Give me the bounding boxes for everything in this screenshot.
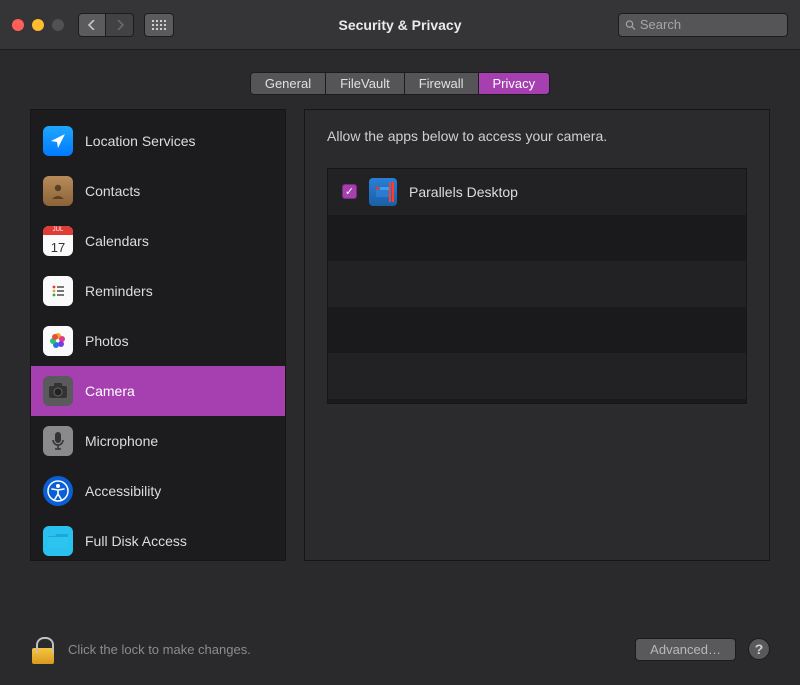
contacts-icon (43, 176, 73, 206)
back-button[interactable] (78, 13, 106, 37)
folder-icon (43, 526, 73, 556)
sidebar-item-full-disk-access[interactable]: Full Disk Access (31, 516, 285, 566)
tabs: General FileVault Firewall Privacy (250, 72, 550, 95)
app-name: Parallels Desktop (409, 184, 518, 200)
search-icon (625, 19, 636, 31)
help-button[interactable]: ? (748, 638, 770, 660)
sidebar-item-label: Calendars (85, 233, 149, 249)
sidebar-item-label: Location Services (85, 133, 196, 149)
accessibility-icon (43, 476, 73, 506)
sidebar: Location Services Contacts JUL 17 Calend… (30, 109, 286, 561)
sidebar-item-label: Accessibility (85, 483, 161, 499)
sidebar-item-contacts[interactable]: Contacts (31, 166, 285, 216)
search-input[interactable] (640, 17, 781, 32)
sidebar-item-photos[interactable]: Photos (31, 316, 285, 366)
sidebar-item-reminders[interactable]: Reminders (31, 266, 285, 316)
tab-filevault[interactable]: FileVault (326, 73, 405, 94)
tab-privacy[interactable]: Privacy (479, 73, 550, 94)
app-row-empty (328, 215, 746, 261)
tab-firewall[interactable]: Firewall (405, 73, 479, 94)
tab-general[interactable]: General (251, 73, 326, 94)
lock-text: Click the lock to make changes. (68, 642, 251, 657)
microphone-icon (43, 426, 73, 456)
calendar-icon: JUL 17 (43, 226, 73, 256)
parallels-icon (369, 178, 397, 206)
show-all-button[interactable] (144, 13, 174, 37)
search-field[interactable] (618, 13, 788, 37)
grid-icon (152, 20, 166, 30)
sidebar-item-label: Camera (85, 383, 135, 399)
reminders-icon (43, 276, 73, 306)
sidebar-item-calendars[interactable]: JUL 17 Calendars (31, 216, 285, 266)
sidebar-item-location-services[interactable]: Location Services (31, 116, 285, 166)
app-row-empty (328, 261, 746, 307)
window-controls (12, 19, 64, 31)
detail-panel: Allow the apps below to access your came… (304, 109, 770, 561)
minimize-window-button[interactable] (32, 19, 44, 31)
location-icon (43, 126, 73, 156)
content: Location Services Contacts JUL 17 Calend… (0, 109, 800, 561)
sidebar-item-microphone[interactable]: Microphone (31, 416, 285, 466)
app-row[interactable]: ✓ Parallels Desktop (328, 169, 746, 215)
nav-buttons (78, 13, 134, 37)
advanced-button[interactable]: Advanced… (635, 638, 736, 661)
app-row-empty (328, 307, 746, 353)
tabs-row: General FileVault Firewall Privacy (0, 50, 800, 109)
photos-icon (43, 326, 73, 356)
camera-icon (43, 376, 73, 406)
titlebar: Security & Privacy (0, 0, 800, 50)
footer: Click the lock to make changes. Advanced… (0, 613, 800, 685)
lock-icon[interactable] (30, 634, 56, 664)
sidebar-item-label: Reminders (85, 283, 153, 299)
panel-description: Allow the apps below to access your came… (327, 128, 747, 144)
sidebar-item-label: Full Disk Access (85, 533, 187, 549)
app-checkbox[interactable]: ✓ (342, 184, 357, 199)
sidebar-item-accessibility[interactable]: Accessibility (31, 466, 285, 516)
sidebar-item-camera[interactable]: Camera (31, 366, 285, 416)
sidebar-item-label: Contacts (85, 183, 140, 199)
close-window-button[interactable] (12, 19, 24, 31)
sidebar-item-label: Microphone (85, 433, 158, 449)
forward-button[interactable] (106, 13, 134, 37)
app-list: ✓ Parallels Desktop (327, 168, 747, 404)
app-row-empty (328, 353, 746, 399)
zoom-window-button[interactable] (52, 19, 64, 31)
sidebar-item-label: Photos (85, 333, 129, 349)
